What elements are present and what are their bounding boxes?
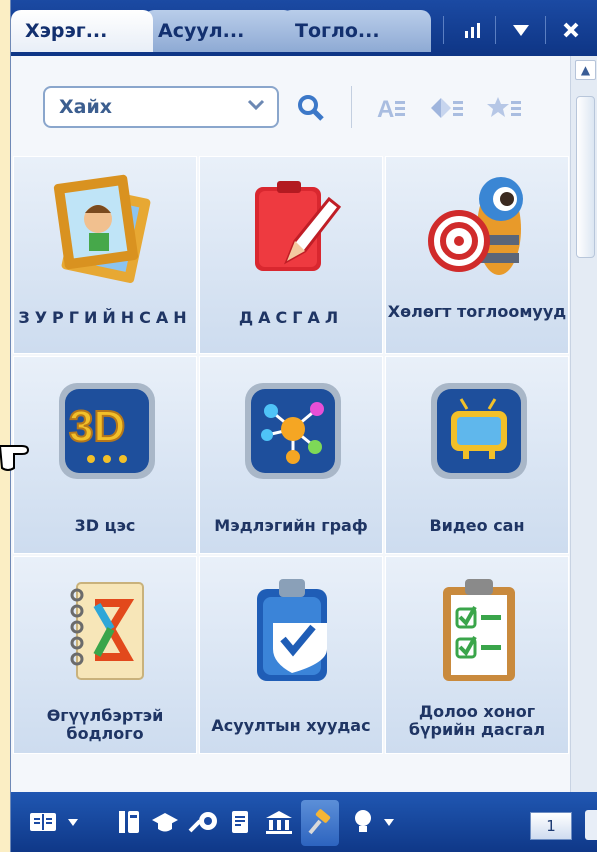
content-area: Хайх A ЗУРГИЙНСАН ДАСГАЛ Хөлөгт тоглоому… bbox=[11, 56, 597, 792]
hand-pointer-icon bbox=[0, 445, 30, 471]
library-icon[interactable] bbox=[263, 806, 295, 838]
tool-label: Асуултын хуудас bbox=[211, 716, 371, 735]
tab-label: Асуул... bbox=[158, 20, 245, 42]
tool-question-sheet[interactable]: Асуултын хуудас bbox=[199, 556, 383, 754]
close-icon[interactable] bbox=[553, 14, 589, 46]
favorites-icon[interactable] bbox=[483, 90, 527, 126]
tool-weekly-exercise[interactable]: Долоо хоног бүрийн дасгал bbox=[385, 556, 569, 754]
hammer-icon[interactable] bbox=[301, 800, 339, 846]
document-edit-icon[interactable] bbox=[225, 806, 257, 838]
tab-tools[interactable]: Хэрэг... bbox=[11, 10, 153, 52]
3d-icon: 3D bbox=[59, 383, 155, 479]
scrollbar-thumb[interactable] bbox=[576, 96, 595, 258]
book-dropdown-icon[interactable] bbox=[63, 806, 83, 838]
svg-text:3D: 3D bbox=[69, 402, 125, 451]
search-select[interactable]: Хайх bbox=[43, 86, 279, 128]
graduation-cap-icon[interactable] bbox=[149, 806, 181, 838]
tab-separator bbox=[545, 16, 546, 44]
search-select-value: Хайх bbox=[59, 96, 113, 118]
tool-knowledge-graph[interactable]: Мэдлэгийн граф bbox=[199, 356, 383, 554]
target-camera-icon bbox=[428, 177, 523, 275]
tool-label: Видео сан bbox=[429, 516, 525, 535]
tab-games[interactable]: Тогло... bbox=[281, 10, 431, 52]
tab-separator bbox=[495, 16, 496, 44]
sigma-notebook-icon bbox=[70, 582, 144, 680]
tool-label: ЗУРГИЙНСАН bbox=[18, 308, 192, 327]
tool-label: 3D цэс bbox=[74, 516, 136, 535]
page-number: 1 bbox=[546, 817, 556, 835]
book-icon[interactable] bbox=[27, 806, 59, 838]
contrast-icon[interactable] bbox=[425, 90, 469, 126]
tool-board-games[interactable]: Хөлөгт тоглоомууд bbox=[385, 156, 569, 354]
bar-chart-icon[interactable] bbox=[455, 14, 491, 46]
lightbulb-icon[interactable] bbox=[347, 806, 379, 838]
knowledge-graph-icon bbox=[245, 383, 341, 479]
dropdown-arrow-icon[interactable] bbox=[503, 14, 539, 46]
picture-frame-icon bbox=[53, 174, 151, 284]
scroll-up-icon[interactable]: ▲ bbox=[575, 60, 596, 80]
tab-bar: Тогло... Асуул... Хэрэг... bbox=[11, 0, 597, 56]
lightbulb-dropdown-icon[interactable] bbox=[379, 806, 399, 838]
tool-panel: Тогло... Асуул... Хэрэг... Хайх A ЗУРГИЙ… bbox=[10, 0, 597, 852]
tab-label: Хэрэг... bbox=[25, 20, 108, 42]
tool-3d-menu[interactable]: 3D 3D цэс bbox=[13, 356, 197, 554]
tool-label: Өгүүлбэртэй бодлого bbox=[46, 706, 164, 743]
tools-icon[interactable] bbox=[187, 806, 219, 838]
tool-exercise[interactable]: ДАСГАЛ bbox=[199, 156, 383, 354]
chevron-down-icon bbox=[247, 96, 265, 117]
tool-label: Долоо хоног бүрийн дасгал bbox=[408, 702, 546, 739]
tv-icon bbox=[431, 383, 527, 479]
search-icon[interactable] bbox=[291, 90, 331, 126]
tool-gallery[interactable]: ЗУРГИЙНСАН bbox=[13, 156, 197, 354]
red-notebook-pencil-icon bbox=[255, 181, 342, 271]
tab-questions[interactable]: Асуул... bbox=[144, 10, 294, 52]
tool-label: ДАСГАЛ bbox=[238, 308, 344, 327]
tool-label: Хөлөгт тоглоомууд bbox=[387, 302, 567, 321]
tab-label: Тогло... bbox=[295, 20, 380, 42]
svg-text:A: A bbox=[377, 96, 394, 121]
columns-icon[interactable] bbox=[113, 806, 145, 838]
bottom-toolbar: 1 bbox=[11, 792, 597, 852]
font-size-icon[interactable]: A bbox=[371, 90, 411, 126]
tool-word-problems[interactable]: Өгүүлбэртэй бодлого bbox=[13, 556, 197, 754]
checklist-clipboard-icon bbox=[443, 579, 515, 681]
clipboard-check-icon bbox=[257, 579, 327, 681]
tool-label: Мэдлэгийн граф bbox=[214, 516, 368, 535]
tab-separator bbox=[443, 16, 444, 44]
vertical-scrollbar[interactable]: ▲ bbox=[570, 56, 597, 792]
toolbar-divider bbox=[351, 86, 352, 128]
page-number-box[interactable]: 1 bbox=[530, 812, 572, 840]
page-next-edge[interactable] bbox=[585, 810, 597, 840]
tool-video-library[interactable]: Видео сан bbox=[385, 356, 569, 554]
